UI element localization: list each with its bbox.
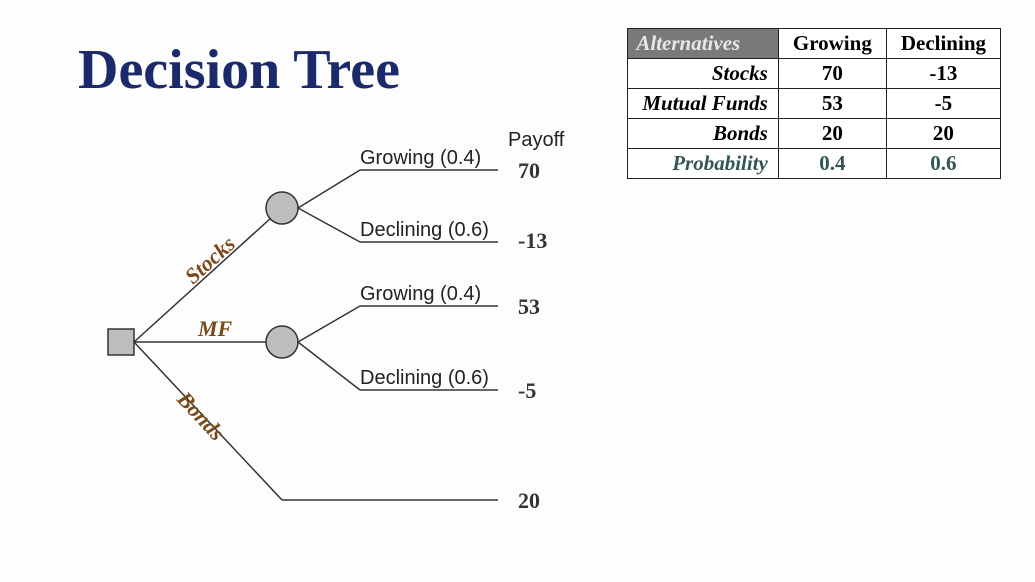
row-name-stocks: Stocks: [628, 59, 779, 89]
payoff-mf-decl: -5: [518, 378, 536, 403]
cell-prob-decl: 0.6: [886, 149, 1000, 179]
row-name-mf: Mutual Funds: [628, 89, 779, 119]
line-mf-decl-1: [298, 342, 360, 390]
table-header-growing: Growing: [778, 29, 886, 59]
payoff-stocks-grow: 70: [518, 158, 540, 183]
line-stocks-decl-1: [298, 208, 360, 242]
line-stocks-grow-1: [298, 170, 360, 208]
state-label-mf-grow: Growing (0.4): [360, 283, 481, 305]
payoff-bonds: 20: [518, 488, 540, 513]
table-row: Bonds 20 20: [628, 119, 1001, 149]
payoff-column-header: Payoff: [508, 130, 565, 151]
state-label-mf-decl: Declining (0.6): [360, 367, 489, 389]
branch-label-stocks: Stocks: [180, 231, 240, 289]
chance-node-stocks-icon: [266, 192, 298, 224]
table-header-declining: Declining: [886, 29, 1000, 59]
payoff-table: Alternatives Growing Declining Stocks 70…: [627, 28, 1001, 179]
chance-node-mf-icon: [266, 326, 298, 358]
payoff-mf-grow: 53: [518, 294, 540, 319]
cell-stocks-grow: 70: [778, 59, 886, 89]
cell-mf-grow: 53: [778, 89, 886, 119]
table-header-alternatives: Alternatives: [628, 29, 779, 59]
table-row: Stocks 70 -13: [628, 59, 1001, 89]
payoff-stocks-decl: -13: [518, 228, 547, 253]
line-mf-grow-1: [298, 306, 360, 342]
row-name-bonds: Bonds: [628, 119, 779, 149]
cell-stocks-decl: -13: [886, 59, 1000, 89]
decision-node-icon: [108, 329, 134, 355]
table-row-probability: Probability 0.4 0.6: [628, 149, 1001, 179]
cell-bonds-decl: 20: [886, 119, 1000, 149]
cell-bonds-grow: 20: [778, 119, 886, 149]
table-row: Mutual Funds 53 -5: [628, 89, 1001, 119]
state-label-stocks-grow: Growing (0.4): [360, 147, 481, 169]
cell-prob-grow: 0.4: [778, 149, 886, 179]
cell-mf-decl: -5: [886, 89, 1000, 119]
row-name-prob: Probability: [628, 149, 779, 179]
branch-label-bonds: Bonds: [172, 386, 230, 446]
branch-label-mf: MF: [197, 316, 233, 341]
state-label-stocks-decl: Declining (0.6): [360, 219, 489, 241]
decision-tree-diagram: Stocks MF Bonds Growing (0.4) Declining …: [90, 130, 610, 550]
page-title: Decision Tree: [78, 38, 400, 102]
